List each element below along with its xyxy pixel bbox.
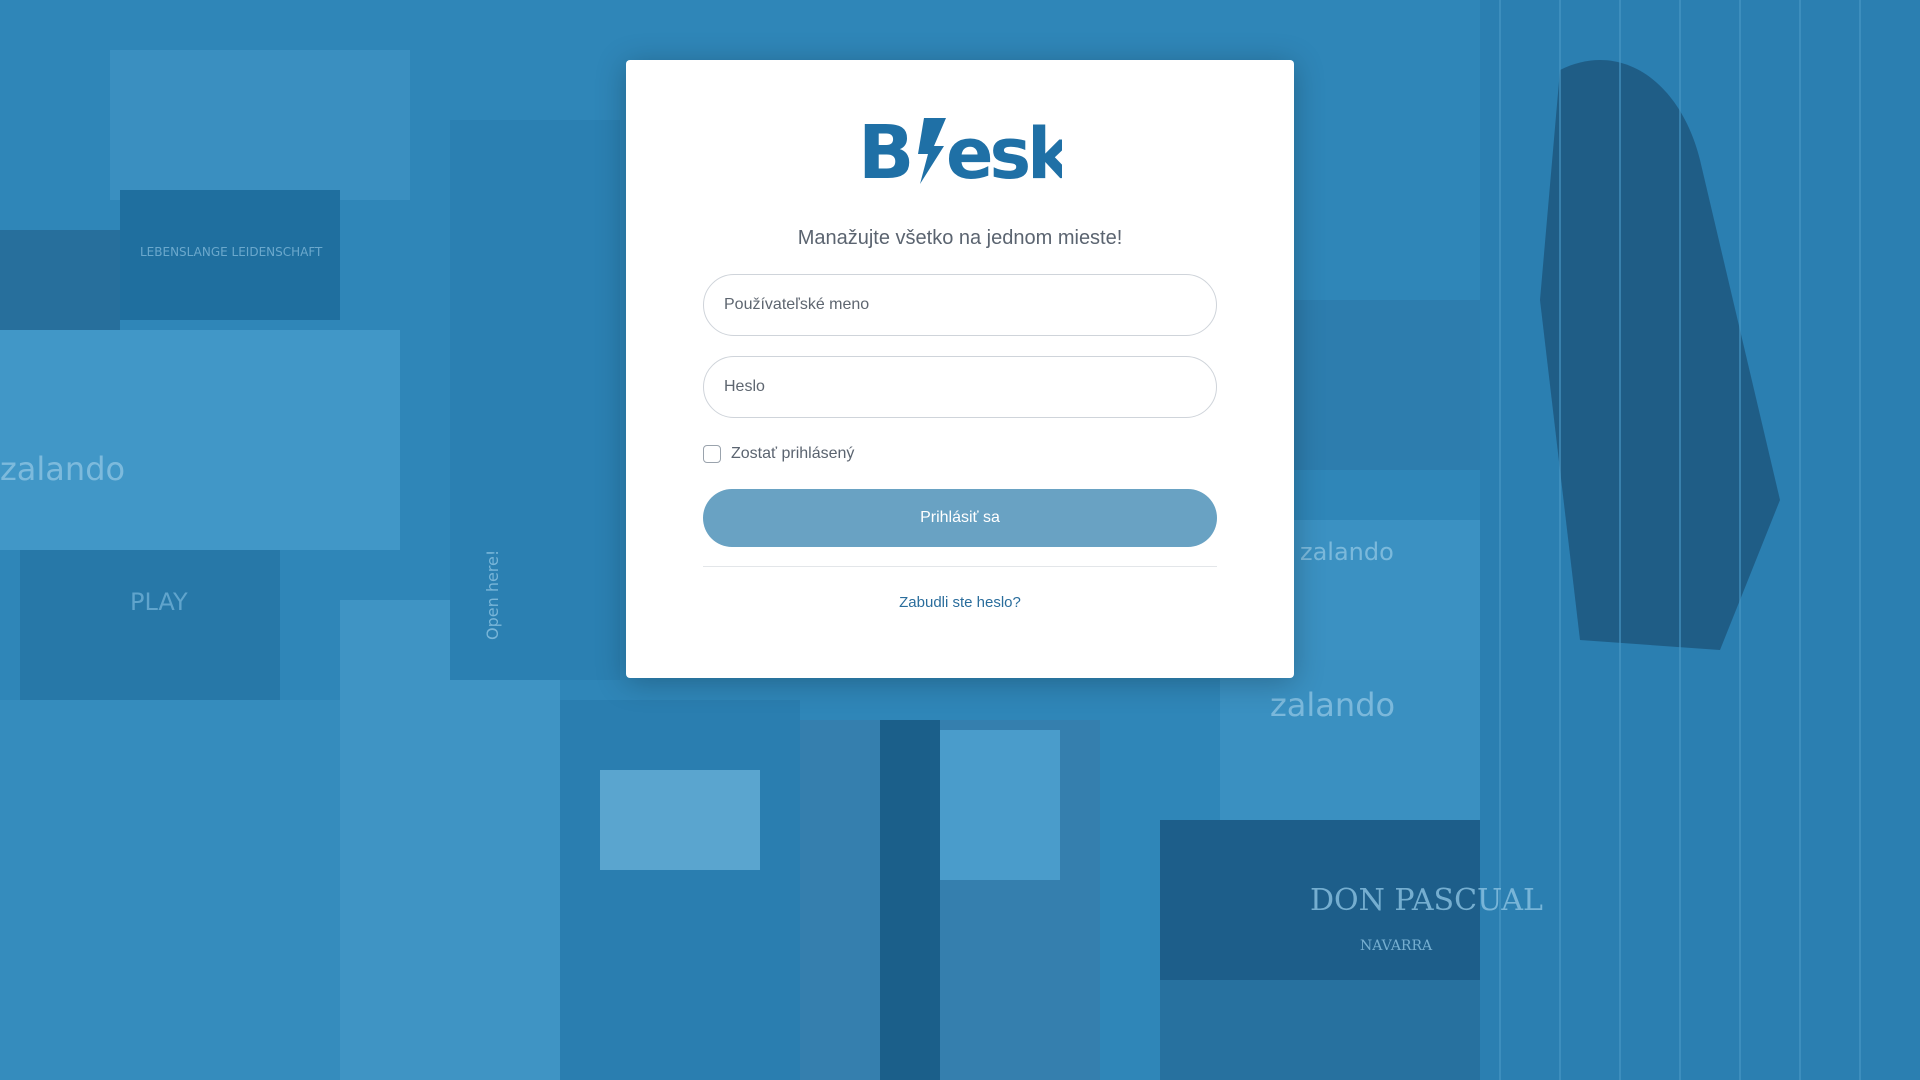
login-button[interactable]: Prihlásiť sa [703, 489, 1217, 547]
blesk-logo: B esk [858, 116, 1062, 186]
tagline: Manažujte všetko na jednom mieste! [797, 227, 1123, 249]
svg-text:PLAY: PLAY [130, 588, 188, 616]
login-card: B esk Manažujte všetko na jednom mieste!… [626, 60, 1294, 678]
svg-text:Open here!: Open here! [483, 550, 502, 640]
svg-text:DON PASCUAL: DON PASCUAL [1310, 883, 1543, 918]
remember-me-checkbox[interactable] [703, 445, 721, 463]
svg-text:zalando: zalando [1300, 538, 1394, 566]
username-input[interactable] [703, 274, 1217, 336]
remember-me-label[interactable]: Zostať prihlásený [731, 445, 854, 463]
forgot-password-link[interactable]: Zabudli ste heslo? [626, 594, 1294, 611]
svg-text:LEBENSLANGE LEIDENSCHAFT: LEBENSLANGE LEIDENSCHAFT [140, 245, 323, 259]
svg-text:B: B [858, 116, 910, 186]
password-input[interactable] [703, 356, 1217, 418]
svg-text:NAVARRA: NAVARRA [1360, 938, 1433, 954]
remember-me-row[interactable]: Zostať prihlásený [703, 443, 854, 465]
svg-text:zalando: zalando [1270, 686, 1395, 724]
divider [703, 566, 1217, 567]
svg-text:zalando: zalando [0, 450, 125, 488]
svg-text:esk: esk [946, 116, 1062, 186]
